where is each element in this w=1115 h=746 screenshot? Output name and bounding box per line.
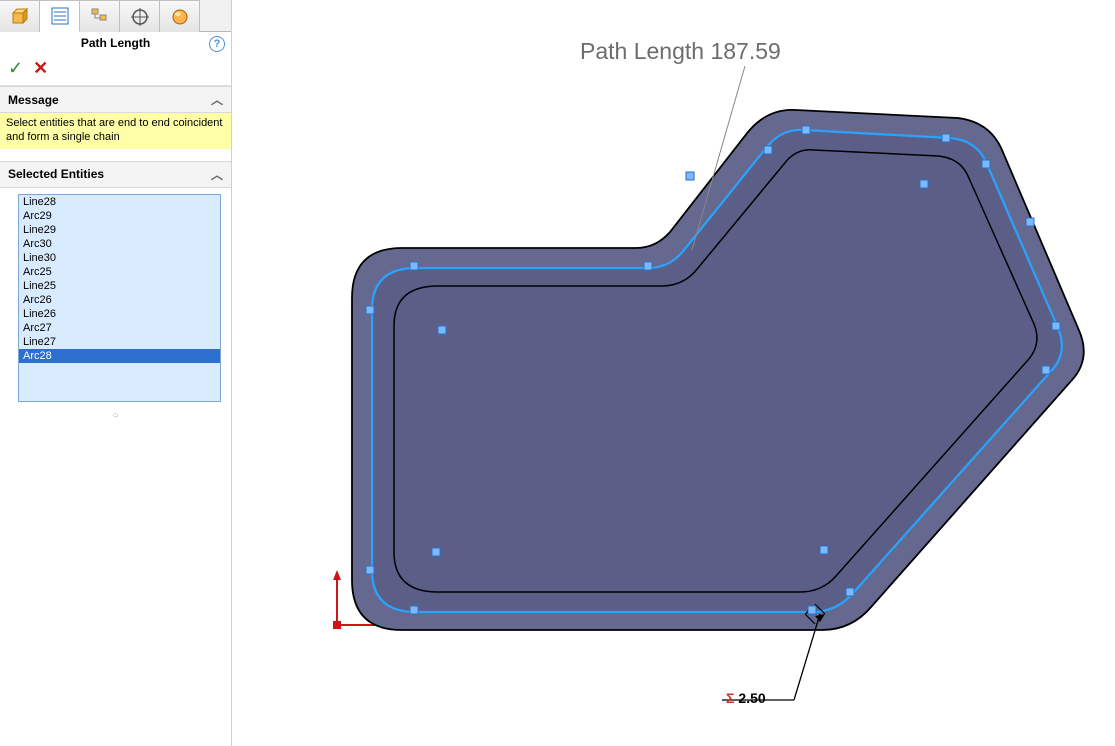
ok-button[interactable]: ✓ [8, 58, 23, 79]
tab-property-manager[interactable] [40, 0, 80, 32]
dimension-value: 2.50 [738, 690, 765, 706]
offset-dimension[interactable]: Σ2.50 [726, 690, 766, 706]
list-resize-handle[interactable]: ○ [0, 406, 231, 421]
list-item[interactable]: Arc26 [19, 293, 220, 307]
sphere-icon [170, 7, 190, 27]
help-icon[interactable]: ? [209, 36, 225, 52]
confirm-row: ✓ ✕ [0, 54, 231, 86]
cancel-button[interactable]: ✕ [33, 58, 48, 79]
selected-entities-header[interactable]: Selected Entities ︿ [0, 161, 231, 188]
tree-icon [90, 7, 110, 27]
list-item[interactable]: Arc28 [19, 349, 220, 363]
list-item[interactable]: Line26 [19, 307, 220, 321]
path-length-annotation[interactable]: Path Length 187.59 [580, 38, 781, 65]
list-item[interactable]: Line27 [19, 335, 220, 349]
list-item[interactable]: Line30 [19, 251, 220, 265]
tab-configuration-manager[interactable] [80, 0, 120, 32]
list-icon [50, 6, 70, 26]
entity-list[interactable]: Line28Arc29Line29Arc30Line30Arc25Line25A… [18, 194, 221, 402]
tab-dim-manager[interactable] [120, 0, 160, 32]
tab-feature-manager[interactable] [0, 0, 40, 32]
list-item[interactable]: Line25 [19, 279, 220, 293]
tab-display-manager[interactable] [160, 0, 200, 32]
message-body: Select entities that are end to end coin… [0, 113, 231, 149]
message-header-label: Message [8, 93, 59, 107]
list-item[interactable]: Arc27 [19, 321, 220, 335]
chevron-up-icon: ︿ [211, 166, 223, 183]
panel-tabs [0, 0, 231, 32]
panel-title-row: Path Length ? [0, 32, 231, 54]
list-item[interactable]: Arc25 [19, 265, 220, 279]
target-icon [130, 7, 150, 27]
cube-icon [10, 7, 30, 27]
graphics-viewport[interactable]: Path Length 187.59 Σ2.50 [232, 0, 1115, 746]
list-item[interactable]: Arc29 [19, 209, 220, 223]
selected-entities-label: Selected Entities [8, 167, 104, 181]
list-item[interactable]: Line29 [19, 223, 220, 237]
list-item[interactable]: Line28 [19, 195, 220, 209]
panel-title: Path Length [81, 36, 150, 50]
chevron-up-icon: ︿ [211, 91, 223, 108]
list-item[interactable]: Arc30 [19, 237, 220, 251]
property-panel: Path Length ? ✓ ✕ Message ︿ Select entit… [0, 0, 232, 746]
sketch-canvas [232, 0, 1115, 746]
message-section-header[interactable]: Message ︿ [0, 86, 231, 113]
sigma-icon: Σ [726, 690, 734, 706]
